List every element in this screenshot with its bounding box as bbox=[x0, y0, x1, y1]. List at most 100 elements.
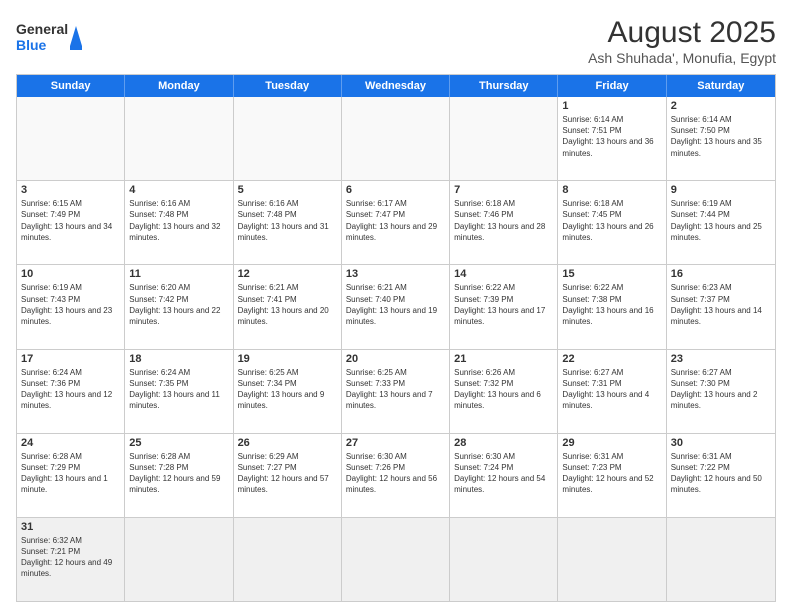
day-number: 22 bbox=[562, 353, 661, 365]
day-number: 15 bbox=[562, 268, 661, 280]
weekday-header-wednesday: Wednesday bbox=[342, 75, 450, 97]
calendar-row-0: 1 Sunrise: 6:14 AM Sunset: 7:51 PM Dayli… bbox=[17, 97, 775, 180]
day-number: 18 bbox=[129, 353, 228, 365]
sun-info: Sunrise: 6:16 AM Sunset: 7:48 PM Dayligh… bbox=[238, 198, 337, 243]
sun-info: Sunrise: 6:16 AM Sunset: 7:48 PM Dayligh… bbox=[129, 198, 228, 243]
calendar-row-5: 31 Sunrise: 6:32 AM Sunset: 7:21 PM Dayl… bbox=[17, 517, 775, 601]
calendar-header: SundayMondayTuesdayWednesdayThursdayFrid… bbox=[17, 75, 775, 97]
calendar-cell: 6 Sunrise: 6:17 AM Sunset: 7:47 PM Dayli… bbox=[342, 181, 450, 264]
sun-info: Sunrise: 6:28 AM Sunset: 7:29 PM Dayligh… bbox=[21, 451, 120, 496]
sun-info: Sunrise: 6:32 AM Sunset: 7:21 PM Dayligh… bbox=[21, 535, 120, 580]
day-number: 23 bbox=[671, 353, 771, 365]
sun-info: Sunrise: 6:19 AM Sunset: 7:44 PM Dayligh… bbox=[671, 198, 771, 243]
calendar-row-2: 10 Sunrise: 6:19 AM Sunset: 7:43 PM Dayl… bbox=[17, 264, 775, 348]
calendar-cell: 27 Sunrise: 6:30 AM Sunset: 7:26 PM Dayl… bbox=[342, 434, 450, 517]
sun-info: Sunrise: 6:21 AM Sunset: 7:41 PM Dayligh… bbox=[238, 282, 337, 327]
header: General Blue August 2025 Ash Shuhada', M… bbox=[16, 16, 776, 66]
day-number: 25 bbox=[129, 437, 228, 449]
calendar-cell: 29 Sunrise: 6:31 AM Sunset: 7:23 PM Dayl… bbox=[558, 434, 666, 517]
sun-info: Sunrise: 6:23 AM Sunset: 7:37 PM Dayligh… bbox=[671, 282, 771, 327]
day-number: 24 bbox=[21, 437, 120, 449]
sun-info: Sunrise: 6:18 AM Sunset: 7:46 PM Dayligh… bbox=[454, 198, 553, 243]
calendar-cell bbox=[558, 518, 666, 601]
day-number: 1 bbox=[562, 100, 661, 112]
sun-info: Sunrise: 6:24 AM Sunset: 7:35 PM Dayligh… bbox=[129, 367, 228, 412]
calendar-cell bbox=[125, 97, 233, 180]
calendar-cell: 22 Sunrise: 6:27 AM Sunset: 7:31 PM Dayl… bbox=[558, 350, 666, 433]
day-number: 28 bbox=[454, 437, 553, 449]
svg-text:Blue: Blue bbox=[16, 37, 47, 53]
day-number: 7 bbox=[454, 184, 553, 196]
calendar-cell: 23 Sunrise: 6:27 AM Sunset: 7:30 PM Dayl… bbox=[667, 350, 775, 433]
day-number: 20 bbox=[346, 353, 445, 365]
sun-info: Sunrise: 6:25 AM Sunset: 7:33 PM Dayligh… bbox=[346, 367, 445, 412]
sun-info: Sunrise: 6:26 AM Sunset: 7:32 PM Dayligh… bbox=[454, 367, 553, 412]
day-number: 27 bbox=[346, 437, 445, 449]
calendar-cell bbox=[667, 518, 775, 601]
day-number: 21 bbox=[454, 353, 553, 365]
weekday-header-tuesday: Tuesday bbox=[234, 75, 342, 97]
calendar-cell: 31 Sunrise: 6:32 AM Sunset: 7:21 PM Dayl… bbox=[17, 518, 125, 601]
day-number: 17 bbox=[21, 353, 120, 365]
calendar-cell: 30 Sunrise: 6:31 AM Sunset: 7:22 PM Dayl… bbox=[667, 434, 775, 517]
sun-info: Sunrise: 6:14 AM Sunset: 7:50 PM Dayligh… bbox=[671, 114, 771, 159]
calendar-cell: 24 Sunrise: 6:28 AM Sunset: 7:29 PM Dayl… bbox=[17, 434, 125, 517]
sun-info: Sunrise: 6:25 AM Sunset: 7:34 PM Dayligh… bbox=[238, 367, 337, 412]
calendar-cell: 7 Sunrise: 6:18 AM Sunset: 7:46 PM Dayli… bbox=[450, 181, 558, 264]
calendar-cell: 10 Sunrise: 6:19 AM Sunset: 7:43 PM Dayl… bbox=[17, 265, 125, 348]
day-number: 2 bbox=[671, 100, 771, 112]
sun-info: Sunrise: 6:30 AM Sunset: 7:24 PM Dayligh… bbox=[454, 451, 553, 496]
calendar-cell: 13 Sunrise: 6:21 AM Sunset: 7:40 PM Dayl… bbox=[342, 265, 450, 348]
calendar-cell: 16 Sunrise: 6:23 AM Sunset: 7:37 PM Dayl… bbox=[667, 265, 775, 348]
calendar-cell: 19 Sunrise: 6:25 AM Sunset: 7:34 PM Dayl… bbox=[234, 350, 342, 433]
sun-info: Sunrise: 6:18 AM Sunset: 7:45 PM Dayligh… bbox=[562, 198, 661, 243]
weekday-header-saturday: Saturday bbox=[667, 75, 775, 97]
day-number: 16 bbox=[671, 268, 771, 280]
sun-info: Sunrise: 6:31 AM Sunset: 7:23 PM Dayligh… bbox=[562, 451, 661, 496]
title-block: August 2025 Ash Shuhada', Monufia, Egypt bbox=[588, 16, 776, 66]
sun-info: Sunrise: 6:30 AM Sunset: 7:26 PM Dayligh… bbox=[346, 451, 445, 496]
calendar-cell: 28 Sunrise: 6:30 AM Sunset: 7:24 PM Dayl… bbox=[450, 434, 558, 517]
day-number: 31 bbox=[21, 521, 120, 533]
calendar-cell: 9 Sunrise: 6:19 AM Sunset: 7:44 PM Dayli… bbox=[667, 181, 775, 264]
calendar-cell: 2 Sunrise: 6:14 AM Sunset: 7:50 PM Dayli… bbox=[667, 97, 775, 180]
calendar-cell: 17 Sunrise: 6:24 AM Sunset: 7:36 PM Dayl… bbox=[17, 350, 125, 433]
day-number: 29 bbox=[562, 437, 661, 449]
sun-info: Sunrise: 6:28 AM Sunset: 7:28 PM Dayligh… bbox=[129, 451, 228, 496]
weekday-header-sunday: Sunday bbox=[17, 75, 125, 97]
calendar-cell: 11 Sunrise: 6:20 AM Sunset: 7:42 PM Dayl… bbox=[125, 265, 233, 348]
logo-icon: General Blue bbox=[16, 16, 86, 61]
calendar-cell bbox=[17, 97, 125, 180]
calendar-row-1: 3 Sunrise: 6:15 AM Sunset: 7:49 PM Dayli… bbox=[17, 180, 775, 264]
calendar-cell bbox=[450, 97, 558, 180]
calendar-cell: 5 Sunrise: 6:16 AM Sunset: 7:48 PM Dayli… bbox=[234, 181, 342, 264]
weekday-header-friday: Friday bbox=[558, 75, 666, 97]
calendar-cell bbox=[342, 97, 450, 180]
page: General Blue August 2025 Ash Shuhada', M… bbox=[0, 0, 792, 612]
sun-info: Sunrise: 6:29 AM Sunset: 7:27 PM Dayligh… bbox=[238, 451, 337, 496]
day-number: 6 bbox=[346, 184, 445, 196]
calendar-cell: 26 Sunrise: 6:29 AM Sunset: 7:27 PM Dayl… bbox=[234, 434, 342, 517]
day-number: 12 bbox=[238, 268, 337, 280]
calendar-cell: 20 Sunrise: 6:25 AM Sunset: 7:33 PM Dayl… bbox=[342, 350, 450, 433]
day-number: 14 bbox=[454, 268, 553, 280]
day-number: 30 bbox=[671, 437, 771, 449]
calendar-row-4: 24 Sunrise: 6:28 AM Sunset: 7:29 PM Dayl… bbox=[17, 433, 775, 517]
calendar-cell: 14 Sunrise: 6:22 AM Sunset: 7:39 PM Dayl… bbox=[450, 265, 558, 348]
calendar-cell bbox=[234, 97, 342, 180]
calendar-body: 1 Sunrise: 6:14 AM Sunset: 7:51 PM Dayli… bbox=[17, 97, 775, 601]
day-number: 11 bbox=[129, 268, 228, 280]
day-number: 9 bbox=[671, 184, 771, 196]
sun-info: Sunrise: 6:20 AM Sunset: 7:42 PM Dayligh… bbox=[129, 282, 228, 327]
day-number: 5 bbox=[238, 184, 337, 196]
calendar-cell: 15 Sunrise: 6:22 AM Sunset: 7:38 PM Dayl… bbox=[558, 265, 666, 348]
calendar-cell: 3 Sunrise: 6:15 AM Sunset: 7:49 PM Dayli… bbox=[17, 181, 125, 264]
sun-info: Sunrise: 6:24 AM Sunset: 7:36 PM Dayligh… bbox=[21, 367, 120, 412]
day-number: 26 bbox=[238, 437, 337, 449]
calendar-cell bbox=[125, 518, 233, 601]
day-number: 19 bbox=[238, 353, 337, 365]
logo: General Blue bbox=[16, 16, 86, 61]
calendar-cell: 4 Sunrise: 6:16 AM Sunset: 7:48 PM Dayli… bbox=[125, 181, 233, 264]
day-number: 3 bbox=[21, 184, 120, 196]
calendar-cell: 8 Sunrise: 6:18 AM Sunset: 7:45 PM Dayli… bbox=[558, 181, 666, 264]
